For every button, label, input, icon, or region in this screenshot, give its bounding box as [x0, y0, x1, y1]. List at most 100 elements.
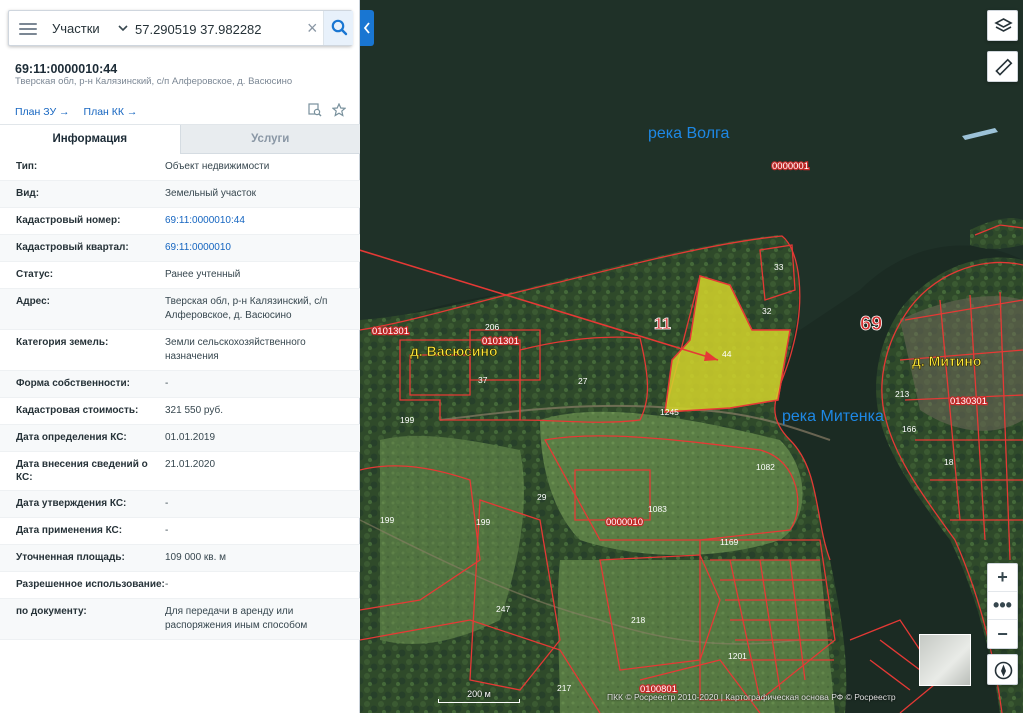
info-row: по документу: Для передачи в аренду или р…: [0, 599, 360, 640]
info-row: Тип: Объект недвижимости: [0, 154, 360, 181]
parcel-number-label: 199: [400, 415, 414, 425]
chevron-down-icon[interactable]: [117, 22, 129, 34]
zoom-out-button[interactable]: −: [988, 620, 1017, 648]
info-row-label: Статус:: [16, 269, 54, 280]
compass-icon: [994, 661, 1013, 680]
parcel-number-label: 29: [537, 492, 547, 502]
layers-button[interactable]: [987, 10, 1018, 41]
mitino-label: д. Митино: [912, 353, 981, 369]
zoom-controls: + ••• −: [987, 563, 1018, 649]
info-row-value: 01.01.2019: [165, 432, 216, 443]
parcel-number-label: 247: [496, 604, 510, 614]
info-row-value: Земли сельскохозяйственного назначения: [165, 337, 306, 362]
info-row-label: Категория земель:: [16, 337, 109, 348]
cadastral-number-title: 69:11:0000010:44: [15, 62, 118, 76]
info-row-value: 321 550 руб.: [165, 405, 223, 416]
quarter-code-label: 0000010: [606, 517, 643, 528]
info-row-label: Дата применения КС:: [16, 525, 123, 536]
zoom-to-object-icon[interactable]: [308, 103, 322, 117]
info-row-value: Земельный участок: [165, 188, 257, 199]
info-row-value: -: [165, 579, 169, 590]
info-row-label: Форма собственности:: [16, 378, 130, 389]
mitenka-label: река Митенка: [782, 408, 884, 425]
info-row-value: Объект недвижимости: [165, 161, 270, 172]
info-row: Дата внесения сведений о КС: 21.01.2020: [0, 452, 360, 491]
star-icon[interactable]: [332, 103, 346, 117]
panel-tabs: Информация Услуги: [0, 124, 360, 154]
info-row: Адрес: Тверская обл, р-н Калязинский, с/п…: [0, 289, 360, 330]
info-row-value: Ранее учтенный: [165, 269, 241, 280]
more-options-button[interactable]: •••: [988, 592, 1017, 620]
info-row-value: -: [165, 525, 169, 536]
info-row: Форма собственности: -: [0, 371, 360, 398]
info-row-link[interactable]: 69:11:0000010:44: [165, 214, 345, 228]
info-row-label: Разрешенное использование:: [16, 579, 165, 590]
info-row: Дата применения КС: -: [0, 518, 360, 545]
scale-label: 200 м: [467, 689, 491, 699]
parcel-number-label: 1082: [756, 462, 775, 472]
zoom-in-button[interactable]: +: [988, 564, 1017, 592]
tab-services[interactable]: Услуги: [179, 125, 360, 154]
info-row-label: Дата утверждения КС:: [16, 498, 127, 509]
parcel-number-label: 218: [631, 615, 645, 625]
parcel-number-label: 166: [902, 424, 916, 434]
info-row-value: -: [165, 378, 169, 389]
info-row-label: Кадастровый номер:: [16, 215, 121, 226]
info-row-value: 109 000 кв. м: [165, 552, 227, 563]
search-bar: Участки ×: [8, 10, 353, 46]
quarter-code-label: 0000001: [772, 161, 809, 172]
info-row: Статус: Ранее учтенный: [0, 262, 360, 289]
info-row-label: Кадастровая стоимость:: [16, 405, 139, 416]
search-category-select[interactable]: Участки: [52, 21, 100, 36]
info-row-label: Вид:: [16, 188, 40, 199]
search-icon: [331, 19, 348, 36]
plan-links: План ЗУ → План КК →: [15, 106, 137, 118]
info-row-link[interactable]: 69:11:0000010: [165, 241, 345, 255]
search-input[interactable]: [135, 18, 305, 40]
region-number-label: 69: [860, 313, 882, 335]
parcel-number-label: 1245: [660, 407, 679, 417]
collapse-panel-button[interactable]: [360, 10, 374, 46]
info-row-label: Дата определения КС:: [16, 432, 127, 443]
parcel-number-label: 44: [722, 349, 732, 359]
parcel-number-label: 32: [762, 306, 772, 316]
parcel-number-label: 18: [944, 457, 954, 467]
plan-zu-link[interactable]: План ЗУ →: [15, 106, 70, 118]
info-table: Тип: Объект недвижимости Вид: Земельный уча…: [0, 154, 360, 640]
info-row-label: по документу:: [16, 606, 87, 617]
parcel-number-label: 206: [485, 322, 499, 332]
parcel-number-label: 217: [557, 683, 571, 693]
info-row-label: Дата внесения сведений о КС:: [16, 459, 148, 483]
hamburger-menu-icon[interactable]: [19, 20, 37, 38]
info-row: Уточненная площадь: 109 000 кв. м: [0, 545, 360, 572]
parcel-number-label: 37: [478, 375, 488, 385]
info-row: Дата определения КС: 01.01.2019: [0, 425, 360, 452]
parcel-number-label: 33: [774, 262, 784, 272]
search-button[interactable]: [323, 11, 353, 45]
info-row: Категория земель: Земли сельскохозяйствен…: [0, 330, 360, 371]
overview-minimap[interactable]: [919, 634, 971, 686]
info-row-label: Уточненная площадь:: [16, 552, 125, 563]
parcel-number-label: 213: [895, 389, 909, 399]
tab-information[interactable]: Информация: [0, 125, 180, 154]
quarter-code-label: 0101301: [372, 326, 409, 337]
parcel-number-label: 1201: [728, 651, 747, 661]
info-row-value: -: [165, 498, 169, 509]
compass-button[interactable]: [987, 654, 1018, 685]
clear-search-icon[interactable]: ×: [307, 19, 318, 37]
chevron-left-icon: [363, 22, 370, 34]
info-row-label: Тип:: [16, 161, 38, 172]
info-row: Вид: Земельный участок: [0, 181, 360, 208]
info-row: Кадастровый квартал: 69:11:0000010: [0, 235, 360, 262]
info-row: Кадастровая стоимость: 321 550 руб.: [0, 398, 360, 425]
parcel-number-label: 1169: [720, 537, 739, 547]
plan-kk-link[interactable]: План КК →: [84, 106, 138, 118]
parcel-number-label: 199: [380, 515, 394, 525]
parcel-number-label: 199: [476, 517, 490, 527]
info-panel: Участки × 69:11:0000010:44 Тверская обл,…: [0, 0, 360, 713]
quarter-code-label: 0130301: [950, 396, 987, 407]
info-row-value: Тверская обл, р-н Калязинский, с/п Алфер…: [165, 296, 328, 321]
district-number-label: 11: [654, 316, 671, 333]
ruler-icon: [995, 58, 1013, 76]
measure-button[interactable]: [987, 51, 1018, 82]
